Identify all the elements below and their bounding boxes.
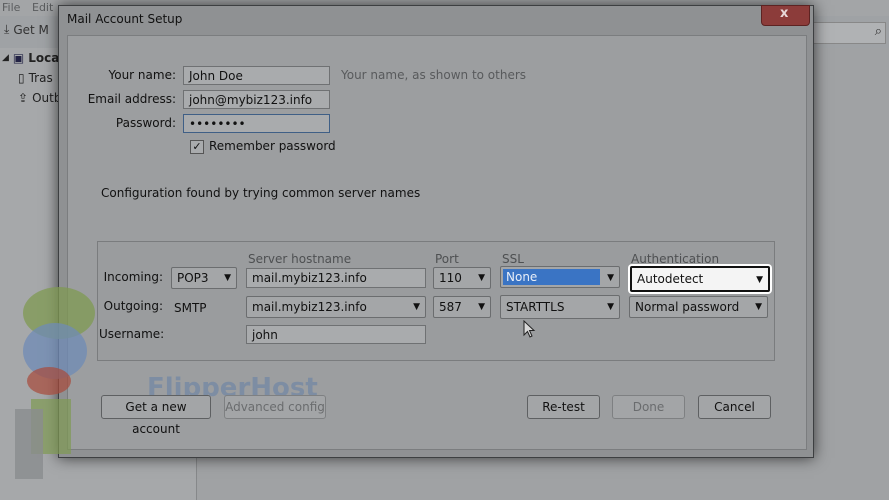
incoming-port-select[interactable]: 110 ▼ <box>433 267 491 289</box>
close-button[interactable]: x <box>761 5 810 26</box>
name-label: Your name: <box>108 68 176 82</box>
titlebar: Mail Account Setup x <box>59 5 813 33</box>
mouse-pointer-icon <box>523 320 536 338</box>
outgoing-auth-value: Normal password <box>635 300 740 314</box>
outbox-icon: ⇪ <box>18 91 29 105</box>
remember-password-checkbox[interactable]: ✓ <box>190 140 204 154</box>
name-hint: Your name, as shown to others <box>341 68 527 82</box>
cancel-button[interactable]: Cancel <box>698 395 771 419</box>
menu-file[interactable]: File <box>2 1 20 14</box>
retest-button[interactable]: Re-test <box>527 395 600 419</box>
computer-icon: ▣ <box>12 51 25 65</box>
email-label: Email address: <box>87 92 176 106</box>
col-auth-header: Authentication <box>631 252 720 266</box>
chevron-down-icon: ▼ <box>478 273 485 283</box>
password-label: Password: <box>115 116 176 130</box>
outgoing-ssl-value: STARTTLS <box>506 300 565 314</box>
chevron-down-icon: ▼ <box>607 302 614 312</box>
chevron-down-icon: ▼ <box>478 302 485 312</box>
chevron-down-icon: ▼ <box>756 275 763 285</box>
get-mail-button[interactable]: ⤓ Get M <box>4 22 49 37</box>
chevron-down-icon: ▼ <box>607 273 614 283</box>
col-port-header: Port <box>435 252 459 266</box>
outgoing-auth-select[interactable]: Normal password ▼ <box>629 296 768 318</box>
col-hostname-header: Server hostname <box>248 252 352 266</box>
folder-local[interactable]: ◢ ▣ Local <box>2 51 63 65</box>
incoming-protocol-value: POP3 <box>177 271 209 285</box>
incoming-ssl-value: None <box>503 269 600 285</box>
folder-outbox[interactable]: ⇪ Outb <box>18 91 61 105</box>
dialog-title: Mail Account Setup <box>67 12 183 26</box>
outgoing-hostname-select[interactable]: mail.mybiz123.info ▼ <box>246 296 426 318</box>
trash-icon: ▯ <box>18 71 25 85</box>
mascot-logo-icon <box>15 287 95 479</box>
outgoing-port-value: 587 <box>439 300 462 314</box>
status-message: Configuration found by trying common ser… <box>101 186 421 200</box>
download-icon: ⤓ <box>4 22 10 36</box>
incoming-auth-select[interactable]: Autodetect ▼ <box>630 266 770 292</box>
mail-account-setup-dialog: Mail Account Setup x Your name: John Doe… <box>15 5 814 479</box>
outgoing-ssl-select[interactable]: STARTTLS ▼ <box>500 295 620 319</box>
collapse-icon: ◢ <box>2 53 9 63</box>
search-icon: ⌕ <box>874 24 882 39</box>
password-field[interactable]: •••••••• <box>183 114 330 133</box>
get-mail-label: Get M <box>13 22 49 37</box>
chevron-down-icon: ▼ <box>755 302 762 312</box>
incoming-protocol-select[interactable]: POP3 ▼ <box>171 267 237 289</box>
remember-password-label[interactable]: Remember password <box>209 139 336 153</box>
close-icon: x <box>780 6 789 21</box>
col-ssl-header: SSL <box>502 252 524 266</box>
folder-trash[interactable]: ▯ Tras <box>18 71 53 85</box>
chevron-down-icon: ▼ <box>413 302 420 312</box>
menu-edit[interactable]: Edit <box>32 1 53 14</box>
incoming-ssl-select[interactable]: None ▼ <box>500 266 620 288</box>
search-input[interactable]: ⌕ <box>812 22 886 44</box>
get-new-account-button[interactable]: Get a new account <box>101 395 211 436</box>
outgoing-port-select[interactable]: 587 ▼ <box>433 296 491 318</box>
chevron-down-icon: ▼ <box>224 273 231 283</box>
done-button[interactable]: Done <box>612 395 685 419</box>
incoming-port-value: 110 <box>439 271 462 285</box>
incoming-auth-value: Autodetect <box>637 272 704 286</box>
outgoing-hostname-value: mail.mybiz123.info <box>252 300 367 314</box>
advanced-config-button[interactable]: Advanced config <box>224 395 326 419</box>
username-field[interactable]: john <box>246 325 426 344</box>
outgoing-protocol: SMTP <box>174 301 207 315</box>
incoming-hostname-field[interactable]: mail.mybiz123.info <box>246 268 426 288</box>
folder-label-trash: Tras <box>28 71 53 85</box>
name-field[interactable]: John Doe <box>183 66 330 85</box>
email-field[interactable]: john@mybiz123.info <box>183 90 330 109</box>
